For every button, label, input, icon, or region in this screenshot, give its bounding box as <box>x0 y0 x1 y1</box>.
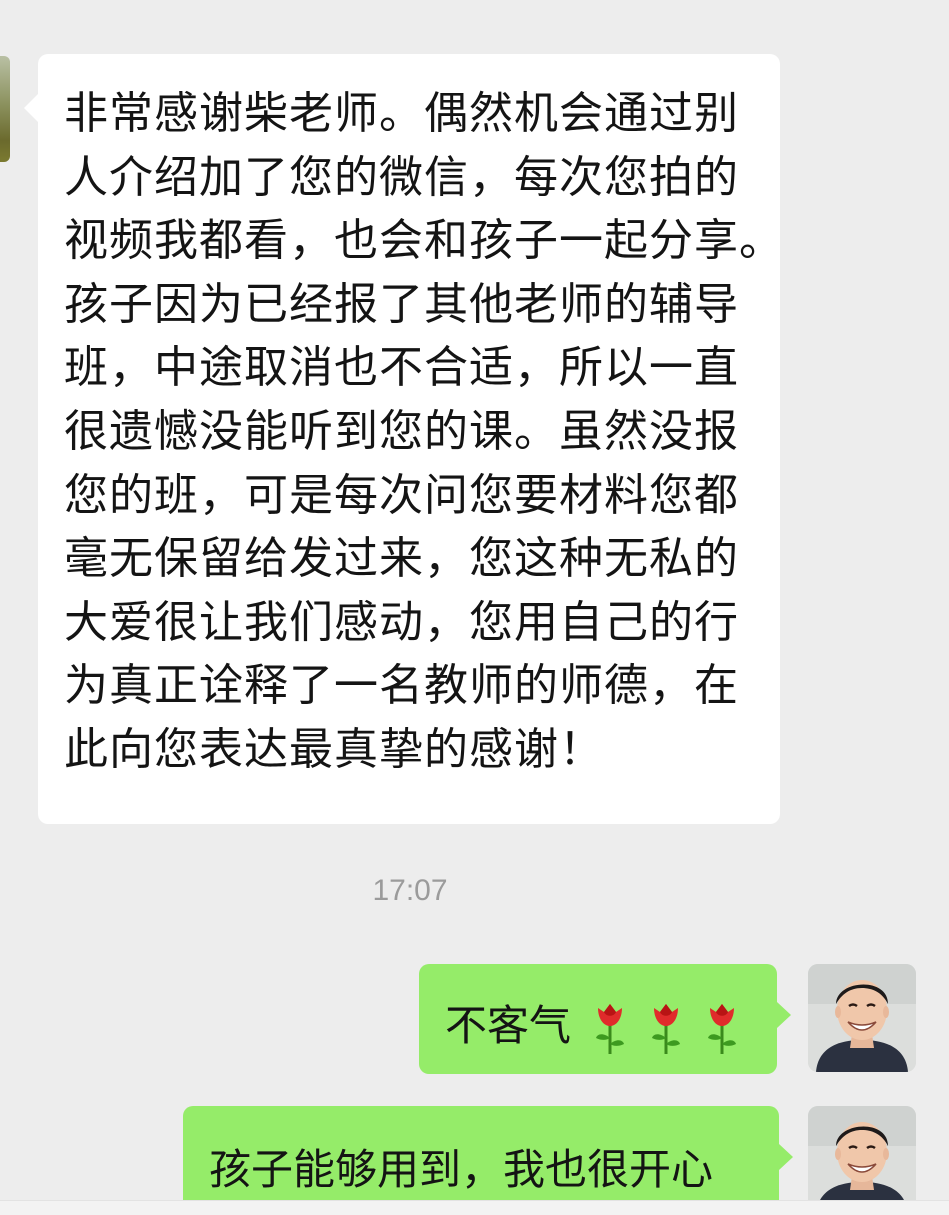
message-line: 大爱很让我们感动，您用自己的行 <box>64 596 739 648</box>
user-avatar-image <box>808 964 916 1072</box>
rose-emoji-icon <box>649 1002 683 1054</box>
message-line: 为真正诠释了一名教师的师德，在 <box>64 660 739 712</box>
contact-avatar[interactable] <box>0 56 10 162</box>
message-line: 非常感谢柴老师。偶然机会通过别 <box>64 88 739 139</box>
user-avatar[interactable] <box>808 964 916 1072</box>
message-text: 不客气 <box>445 1001 572 1050</box>
message-line: 此向您表达最真挚的感谢！ <box>64 723 604 775</box>
message-line: 人介绍加了您的微信，每次您拍的 <box>64 151 739 203</box>
outgoing-message-bubble[interactable]: 孩子能够用到，我也很开心 <box>183 1106 793 1215</box>
rose-emoji-icon <box>705 1002 739 1054</box>
message-line: 视频我都看，也会和孩子一起分享。 <box>64 215 784 267</box>
message-line: 您的班，可是每次问您要材料您都 <box>64 469 739 521</box>
message-line: 班，中途取消也不合适，所以一直 <box>64 342 739 394</box>
user-avatar-image <box>808 1106 916 1214</box>
chat-screen: 非常感谢柴老师。偶然机会通过别 人介绍加了您的微信，每次您拍的 视频我都看，也会… <box>0 0 949 1215</box>
user-avatar[interactable] <box>808 1106 916 1214</box>
message-line: 很遗憾没能听到您的课。虽然没报 <box>64 405 739 457</box>
rose-emoji-icon <box>593 1002 627 1054</box>
message-timestamp: 17:07 <box>372 874 448 907</box>
message-line: 毫无保留给发过来，您这种无私的 <box>64 533 739 585</box>
message-text: 孩子能够用到，我也很开心 <box>209 1145 714 1194</box>
message-line: 孩子因为已经报了其他老师的辅导 <box>64 278 739 330</box>
incoming-message-bubble[interactable]: 非常感谢柴老师。偶然机会通过别 人介绍加了您的微信，每次您拍的 视频我都看，也会… <box>24 54 784 824</box>
input-bar-edge <box>0 1200 949 1215</box>
outgoing-message-bubble[interactable]: 不客气 <box>419 964 791 1074</box>
